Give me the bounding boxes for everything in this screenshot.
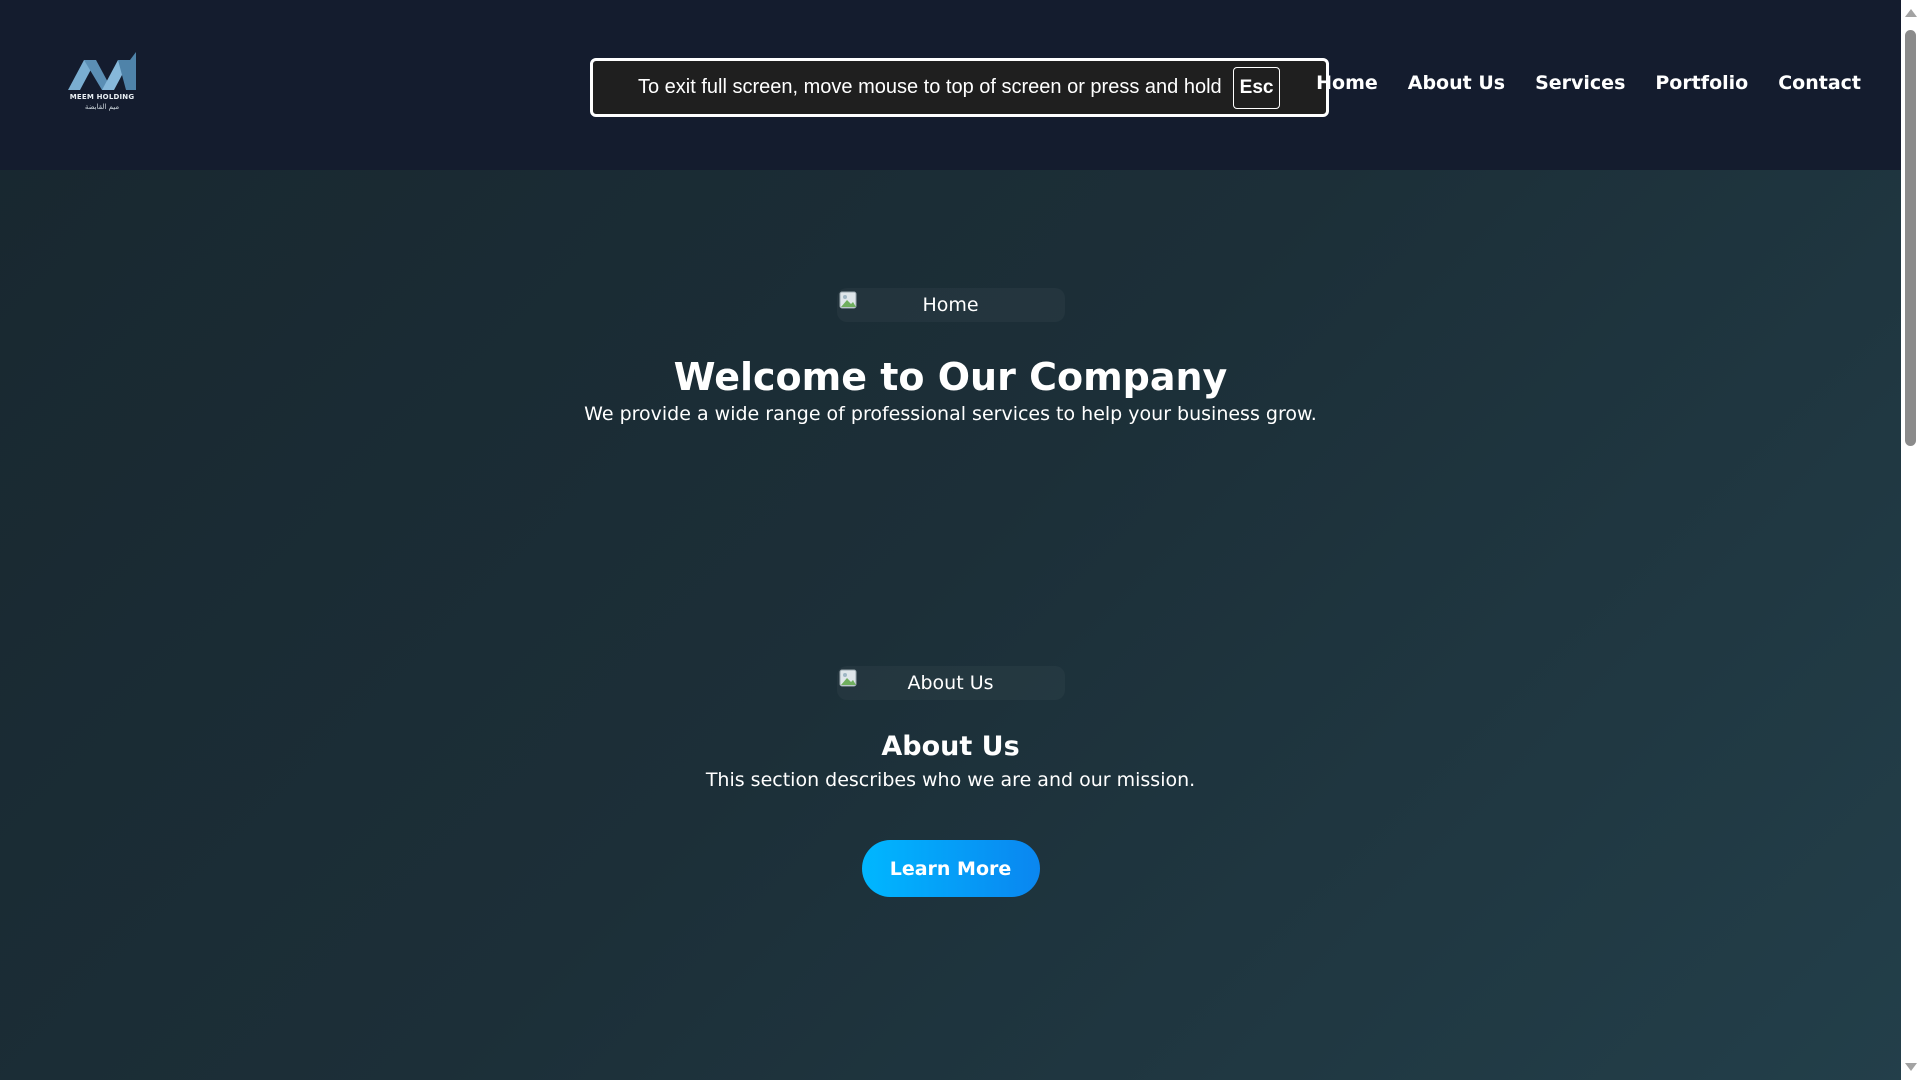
hero-title: Welcome to Our Company [673, 355, 1228, 399]
home-image: Home [837, 288, 1065, 322]
logo-text: MEEM HOLDING [69, 93, 135, 101]
nav-home-link[interactable]: Home [1316, 72, 1378, 94]
nav-services-link[interactable]: Services [1535, 72, 1625, 94]
about-subtitle: This section describes who we are and ou… [705, 769, 1196, 791]
main-nav: Home About Us Services Portfolio Contact [1316, 72, 1861, 94]
fullscreen-notice-text: To exit full screen, move mouse to top o… [638, 76, 1222, 98]
learn-more-button[interactable]: Learn More [861, 840, 1040, 897]
fullscreen-notice: To exit full screen, move mouse to top o… [590, 58, 1329, 117]
site-header: MEEM HOLDING ميم القابضة To exit full sc… [0, 0, 1901, 170]
home-image-alt-text: Home [922, 294, 979, 316]
nav-contact-link[interactable]: Contact [1778, 72, 1861, 94]
esc-key-hint: Esc [1232, 66, 1281, 109]
nav-about-link[interactable]: About Us [1408, 72, 1505, 94]
broken-image-icon [839, 669, 856, 687]
page: MEEM HOLDING ميم القابضة To exit full sc… [0, 0, 1901, 1080]
about-image: About Us [837, 666, 1065, 700]
scroll-up-arrow-icon[interactable] [1905, 9, 1917, 17]
logo-mark-icon [68, 52, 136, 90]
home-section: Home Welcome to Our Company We provide a… [0, 288, 1901, 425]
about-title: About Us [881, 731, 1020, 762]
about-section: About Us About Us This section describes… [0, 666, 1901, 897]
logo-text-arabic: ميم القابضة [84, 103, 120, 111]
hero-subtitle: We provide a wide range of professional … [584, 403, 1317, 425]
scrollbar-thumb[interactable] [1905, 30, 1916, 446]
company-logo[interactable]: MEEM HOLDING ميم القابضة [66, 50, 138, 114]
nav-portfolio-link[interactable]: Portfolio [1655, 72, 1748, 94]
page-scrollbar[interactable] [1901, 0, 1920, 1080]
about-image-alt-text: About Us [907, 672, 994, 694]
scroll-down-arrow-icon[interactable] [1905, 1063, 1917, 1071]
broken-image-icon [839, 291, 856, 309]
